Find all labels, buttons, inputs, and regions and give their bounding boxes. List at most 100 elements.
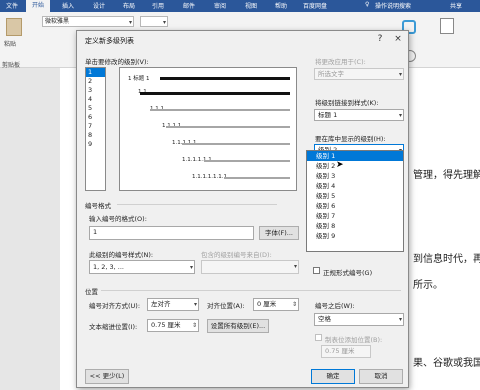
tab-layout[interactable]: 布局 [123, 1, 135, 10]
preview-level-label: 1 标题 1 [128, 76, 150, 82]
edit-icon[interactable] [440, 18, 454, 34]
dropdown-option[interactable]: 级别 7 [307, 211, 403, 221]
set-all-levels-button[interactable]: 设置所有级别(E)... [207, 319, 269, 333]
tab-stop-checkbox [315, 334, 322, 341]
tell-me-search[interactable]: 操作说明搜索 [375, 1, 411, 10]
aligned-at-label: 对齐位置(A): [207, 302, 245, 310]
close-icon[interactable]: × [391, 33, 405, 45]
enter-format-label: 输入编号的格式(O): [89, 215, 147, 223]
tab-review[interactable]: 审阅 [214, 1, 226, 10]
dropdown-option[interactable]: 级别 4 [307, 181, 403, 191]
link-style-label: 将级别链接到样式(K): [315, 99, 379, 107]
chevron-down-icon: ▾ [398, 316, 402, 323]
level-style-label: 此级别的编号样式(N): [89, 251, 154, 259]
apply-changes-value: 所选文字 [318, 70, 344, 78]
number-format-section: 编号格式 [85, 202, 111, 210]
doc-line-4: 果、谷歌或我国 [413, 358, 480, 369]
font-size-combo[interactable]: ▾ [140, 16, 168, 27]
dropdown-option[interactable]: 级别 5 [307, 191, 403, 201]
dropdown-option[interactable]: 级别 8 [307, 221, 403, 231]
position-section: 位置 [85, 288, 98, 296]
preview-level-bar [204, 160, 290, 162]
level-item-4[interactable]: 4 [86, 95, 105, 104]
apply-changes-combo: 所选文字 ▾ [314, 68, 404, 80]
indent-value: 0.75 厘米 [151, 321, 181, 329]
tab-insert[interactable]: 插入 [62, 1, 74, 10]
dropdown-option[interactable]: 级别 9 [307, 231, 403, 241]
dropdown-option[interactable]: 级别 6 [307, 201, 403, 211]
tab-mailings[interactable]: 邮件 [183, 1, 195, 10]
paste-label[interactable]: 粘贴 [4, 39, 16, 48]
less-button[interactable]: << 更少(L) [85, 369, 129, 384]
level-item-1[interactable]: 1 [86, 68, 105, 77]
dialog-title: 定义新多级列表 [85, 37, 134, 45]
enter-format-input[interactable]: 1 [89, 226, 254, 240]
doc-line-3: 所示。 [413, 280, 443, 291]
tab-baidu-netdisk[interactable]: 百度网盘 [303, 1, 327, 10]
level-style-value: 1, 2, 3, ... [93, 263, 125, 271]
level-style-combo[interactable]: 1, 2, 3, ... ▾ [89, 260, 195, 274]
level-item-8[interactable]: 8 [86, 131, 105, 140]
indent-spinner[interactable]: 0.75 厘米 ⇕ [147, 319, 199, 332]
preview-level-bar [166, 126, 290, 128]
font-name-combo[interactable]: 微软雅黑 ▾ [42, 16, 134, 27]
tab-home[interactable]: 开始 [26, 0, 51, 12]
dropdown-option[interactable]: 级别 1 [307, 151, 403, 161]
chevron-down-icon: ▾ [193, 301, 197, 308]
doc-line-1: 管理，得先理解 [413, 170, 480, 181]
preview-level-bar [140, 92, 290, 95]
gallery-level-dropdown[interactable]: 级别 1 级别 2 级别 3 级别 4 级别 5 级别 6 级别 7 级别 8 级别 9 [306, 150, 404, 252]
spinner-arrows-icon[interactable]: ⇕ [192, 321, 197, 331]
preview-level-bar [182, 143, 290, 145]
gallery-level-label: 要在库中显示的级别(H): [315, 135, 386, 143]
tab-view[interactable]: 视图 [245, 1, 257, 10]
level-item-2[interactable]: 2 [86, 77, 105, 86]
level-list[interactable]: 1 2 3 4 5 6 7 8 9 [85, 67, 106, 191]
alignment-value: 左对齐 [151, 300, 171, 308]
aligned-at-spinner[interactable]: 0 厘米 ⇕ [253, 298, 299, 311]
paste-icon[interactable] [6, 18, 22, 36]
tab-references[interactable]: 引用 [152, 1, 164, 10]
font-button[interactable]: 字体(F)... [259, 226, 299, 240]
link-style-value: 标题 1 [318, 111, 338, 119]
apply-changes-label: 将更改应用于(C): [315, 58, 366, 66]
tab-help[interactable]: 帮助 [275, 1, 287, 10]
mouse-pointer-icon: ➤ [336, 160, 344, 170]
tab-stop-label: 制表位添加位置(B): [325, 336, 383, 344]
chevron-down-icon: ▾ [398, 71, 402, 78]
chevron-down-icon: ▾ [162, 19, 166, 26]
tab-file[interactable]: 文件 [6, 1, 18, 10]
dropdown-option[interactable]: 级别 2 [307, 161, 403, 171]
enter-format-value: 1 [93, 228, 98, 236]
chevron-down-icon: ▾ [189, 264, 193, 271]
dropdown-option[interactable]: 级别 3 [307, 171, 403, 181]
preview-level-label: 1.1.1.1.1.1.1 [192, 174, 227, 180]
follow-with-combo[interactable]: 空格 ▾ [314, 313, 404, 326]
level-item-9[interactable]: 9 [86, 140, 105, 149]
legal-style-checkbox[interactable] [313, 267, 320, 274]
help-icon[interactable]: ? [373, 33, 387, 45]
ok-button[interactable]: 确定 [311, 369, 355, 384]
link-style-combo[interactable]: 标题 1 ▾ [314, 109, 404, 121]
level-item-3[interactable]: 3 [86, 86, 105, 95]
level-item-6[interactable]: 6 [86, 113, 105, 122]
list-preview: 1 标题 11.11.1.11.1.1.11.1.1.1.11.1.1.1.1.… [119, 67, 297, 191]
lightbulb-icon: ♀ [365, 1, 370, 8]
cancel-button[interactable]: 取消 [359, 369, 403, 384]
include-level-label: 包含的级别编号来自(D): [201, 251, 272, 259]
aligned-at-value: 0 厘米 [257, 300, 277, 308]
preview-level-bar [224, 177, 290, 179]
level-item-7[interactable]: 7 [86, 122, 105, 131]
preview-level-bar [160, 77, 290, 80]
legal-style-label[interactable]: 正规形式编号(G) [323, 267, 372, 277]
ribbon-tab-bar: 文件 开始 插入 设计 布局 引用 邮件 审阅 视图 帮助 百度网盘 ♀ 操作说… [0, 0, 480, 12]
click-level-label: 单击要修改的级别(V): [85, 58, 149, 66]
level-item-5[interactable]: 5 [86, 104, 105, 113]
tab-design[interactable]: 设计 [93, 1, 105, 10]
alignment-combo[interactable]: 左对齐 ▾ [147, 298, 199, 311]
include-level-combo: ▾ [201, 260, 299, 274]
share-button[interactable]: 共享 [450, 1, 462, 10]
spinner-arrows-icon[interactable]: ⇕ [292, 300, 297, 310]
follow-with-label: 编号之后(W): [315, 302, 355, 310]
chevron-down-icon: ▾ [128, 19, 132, 26]
